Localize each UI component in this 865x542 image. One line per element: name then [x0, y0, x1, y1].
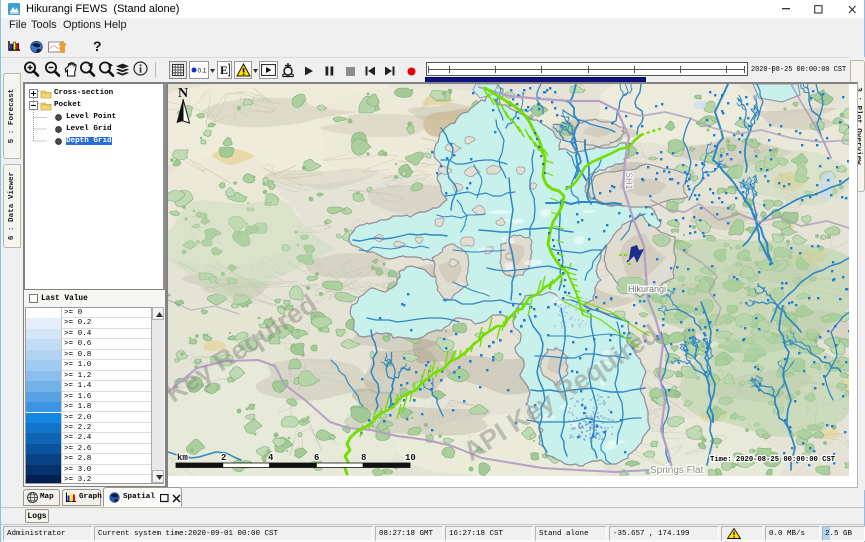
svg-text:E: E	[220, 63, 228, 77]
svg-text:6: 6	[314, 453, 319, 463]
svg-text:10: 10	[405, 453, 416, 463]
svg-text:Springs Flat: Springs Flat	[650, 465, 704, 476]
svg-text:N: N	[178, 86, 188, 101]
svg-text:2: 2	[221, 453, 226, 463]
svg-text:0.1: 0.1	[198, 68, 207, 75]
svg-text:Time: 2020-08-25 00:00:00 CST: Time: 2020-08-25 00:00:00 CST	[710, 456, 836, 464]
svg-text:SH1: SH1	[624, 172, 634, 190]
svg-text:4: 4	[268, 453, 274, 463]
svg-text:8: 8	[361, 453, 366, 463]
svg-text:km: km	[177, 453, 188, 463]
svg-text:Hikurangi: Hikurangi	[628, 284, 666, 294]
